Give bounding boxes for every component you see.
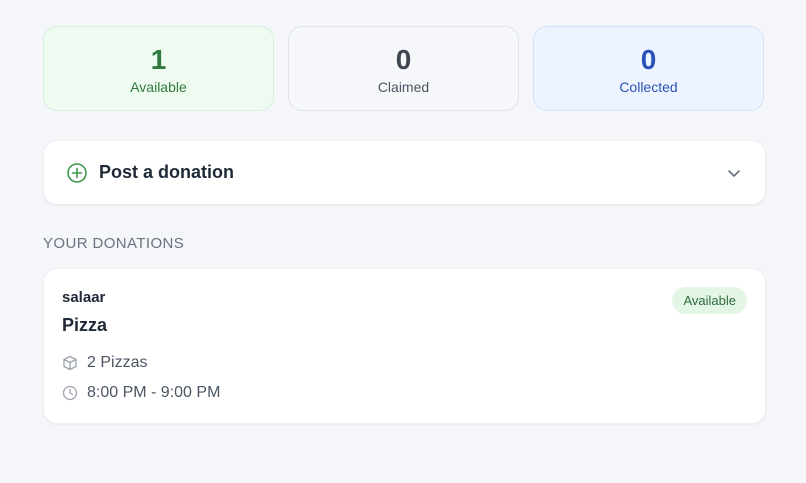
stat-label: Available (130, 78, 187, 95)
post-donation-toggle[interactable]: Post a donation (43, 140, 766, 205)
donation-quantity: 2 Pizzas (62, 354, 747, 372)
stat-collected: 0 Collected (533, 26, 764, 111)
stat-value: 0 (640, 43, 657, 75)
stats-row: 1 Available 0 Claimed 0 Collected (43, 26, 766, 111)
stat-label: Claimed (377, 78, 430, 95)
stat-available: 1 Available (43, 26, 274, 111)
donation-item-name: Pizza (62, 315, 108, 335)
stat-value: 0 (395, 43, 412, 75)
donation-time: 8:00 PM - 9:00 PM (62, 384, 747, 402)
stat-label: Collected (619, 78, 678, 95)
plus-circle-icon (66, 162, 88, 184)
clock-icon (62, 385, 78, 401)
stat-value: 1 (150, 43, 167, 75)
status-badge: Available (672, 287, 747, 314)
donor-name: salaar (62, 289, 106, 306)
chevron-down-icon[interactable] (725, 164, 743, 182)
section-title: YOUR DONATIONS (43, 235, 185, 252)
page: 1 Available 0 Claimed 0 Collected Post a… (0, 0, 806, 483)
donation-quantity-text: 2 Pizzas (87, 354, 148, 371)
donation-time-text: 8:00 PM - 9:00 PM (87, 384, 221, 401)
package-icon (62, 355, 78, 371)
post-donation-title: Post a donation (99, 162, 234, 182)
donation-card[interactable]: salaar Pizza Available 2 Pizzas 8:00 PM … (43, 268, 766, 424)
stat-claimed: 0 Claimed (288, 26, 519, 111)
